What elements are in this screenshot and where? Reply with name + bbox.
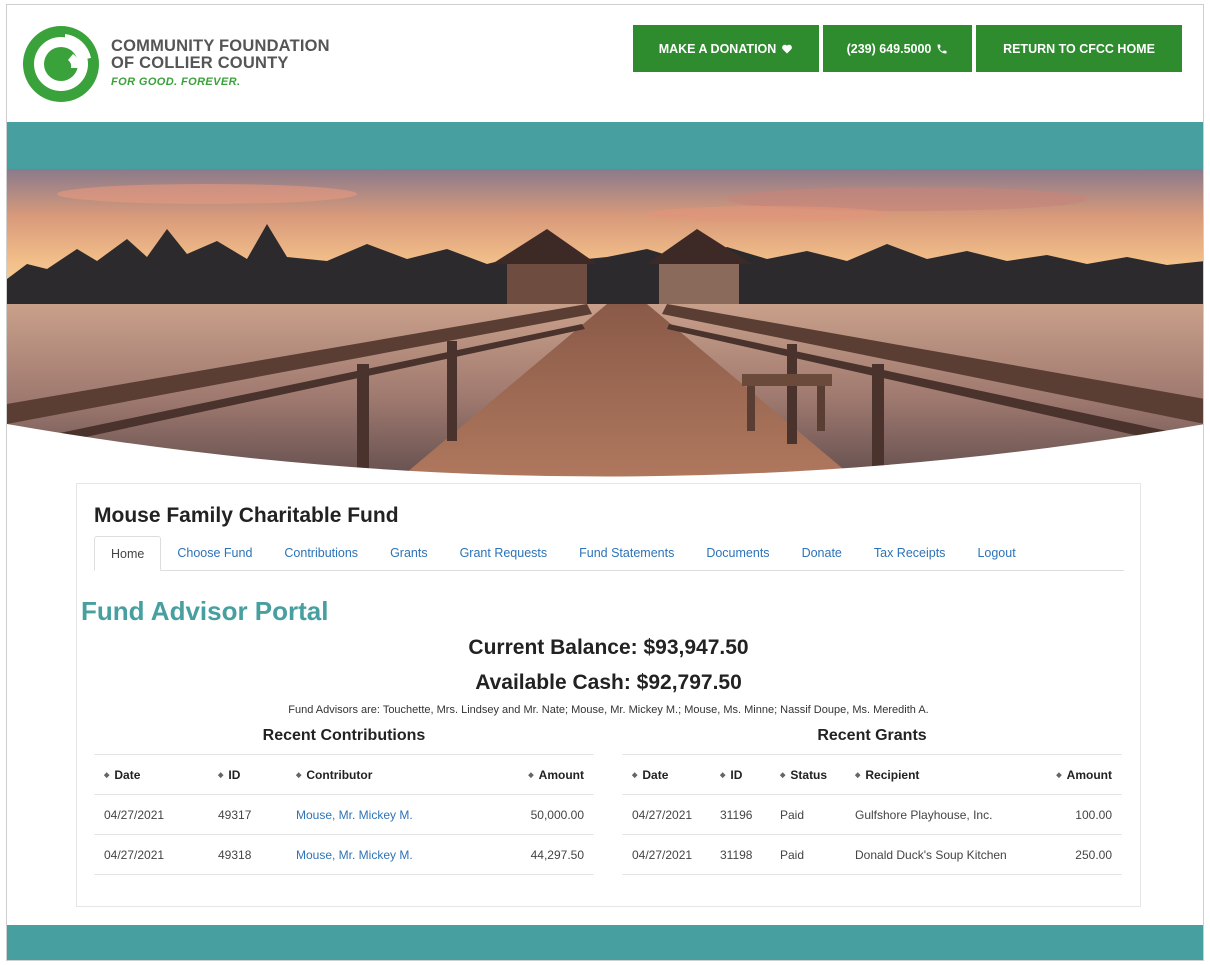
col-id[interactable]: ◆ ID [710,754,770,795]
sort-icon: ◆ [632,771,638,779]
phone-button[interactable]: (239) 649.5000 [823,25,972,72]
phone-icon [937,44,947,53]
cell-amount: 100.00 [1035,794,1122,835]
sort-icon: ◆ [296,771,302,779]
cell-date: 04/27/2021 [622,834,710,875]
sort-icon: ◆ [720,771,726,779]
phone-label: (239) 649.5000 [846,41,932,56]
cell-amount: 250.00 [1035,834,1122,875]
cell-date: 04/27/2021 [622,794,710,835]
grants-title: Recent Grants [817,727,927,744]
col-status[interactable]: ◆ Status [770,754,845,795]
col-date[interactable]: ◆ Date [94,754,208,795]
cell-date: 04/27/2021 [94,834,208,875]
fund-advisors: Fund Advisors are: Touchette, Mrs. Linds… [288,704,929,716]
cell-status: Paid [770,794,845,835]
cell-status: Paid [770,834,845,875]
sort-icon: ◆ [1056,771,1062,779]
org-name-line1: COMMUNITY FOUNDATION [111,37,330,55]
col-recipient[interactable]: ◆ Recipient [845,754,1035,795]
contributions-table: ◆ Date ◆ ID ◆ Contributor ◆ Amount 04/27/202… [94,754,594,875]
tab-contributions[interactable]: Contributions [268,536,374,570]
grants-header-row: ◆ Date ◆ ID ◆ Status ◆ Recipient ◆ Amount [622,754,1122,795]
sort-icon: ◆ [780,771,786,779]
tab-tax-receipts[interactable]: Tax Receipts [858,536,962,570]
org-tagline: FOR GOOD. FOREVER. [111,76,241,88]
table-row: 04/27/2021 31196 Paid Gulfshore Playhous… [622,794,1122,835]
cell-recipient: Donald Duck's Soup Kitchen [845,834,1035,875]
table-row: 04/27/2021 31198 Paid Donald Duck's Soup… [622,834,1122,875]
heart-icon [782,44,793,53]
tab-donate[interactable]: Donate [786,536,858,570]
cell-amount: 44,297.50 [504,834,594,875]
contributions-title: Recent Contributions [262,727,426,744]
header-teal-bar [7,122,1203,169]
table-row: 04/27/2021 49317 Mouse, Mr. Mickey M. 50… [94,794,594,835]
fund-nav-tabs: Home Choose Fund Contributions Grants Gr… [94,536,1124,571]
org-name-line2: OF COLLIER COUNTY [111,54,289,72]
org-name: COMMUNITY FOUNDATION OF COLLIER COUNTY [111,38,330,72]
cfcc-logo[interactable] [21,24,101,104]
contributor-link[interactable]: Mouse, Mr. Mickey M. [296,848,413,862]
cell-id: 31198 [710,834,770,875]
fund-title: Mouse Family Charitable Fund [94,504,399,527]
page-frame: COMMUNITY FOUNDATION OF COLLIER COUNTY F… [6,4,1204,961]
tab-choose-fund[interactable]: Choose Fund [161,536,268,570]
return-home-button[interactable]: RETURN TO CFCC HOME [976,25,1182,72]
col-amount[interactable]: ◆ Amount [504,754,594,795]
cell-recipient: Gulfshore Playhouse, Inc. [845,794,1035,835]
tab-fund-statements[interactable]: Fund Statements [563,536,690,570]
cell-contributor: Mouse, Mr. Mickey M. [286,834,504,875]
cell-contributor: Mouse, Mr. Mickey M. [286,794,504,835]
sort-icon: ◆ [218,771,224,779]
make-donation-button[interactable]: MAKE A DONATION [633,25,819,72]
col-date[interactable]: ◆ Date [622,754,710,795]
current-balance: Current Balance: $93,947.50 [468,636,749,659]
contributions-header-row: ◆ Date ◆ ID ◆ Contributor ◆ Amount [94,754,594,795]
site-header: COMMUNITY FOUNDATION OF COLLIER COUNTY F… [7,5,1203,122]
available-cash: Available Cash: $92,797.50 [475,671,742,694]
cell-id: 49317 [208,794,286,835]
cell-id: 49318 [208,834,286,875]
portal-title: Fund Advisor Portal [81,596,329,626]
contributor-link[interactable]: Mouse, Mr. Mickey M. [296,808,413,822]
tab-grants[interactable]: Grants [374,536,444,570]
sort-icon: ◆ [104,771,110,779]
make-donation-label: MAKE A DONATION [658,41,777,56]
cell-id: 31196 [710,794,770,835]
return-home-label: RETURN TO CFCC HOME [1003,41,1155,56]
col-amount[interactable]: ◆ Amount [1035,754,1122,795]
grants-table: ◆ Date ◆ ID ◆ Status ◆ Recipient ◆ Amount 04/… [622,754,1122,875]
cell-date: 04/27/2021 [94,794,208,835]
footer-teal-bar [7,925,1203,960]
tab-grant-requests[interactable]: Grant Requests [444,536,564,570]
col-contributor[interactable]: ◆ Contributor [286,754,504,795]
table-row: 04/27/2021 49318 Mouse, Mr. Mickey M. 44… [94,834,594,875]
col-id[interactable]: ◆ ID [208,754,286,795]
sort-icon: ◆ [855,771,861,779]
cell-amount: 50,000.00 [504,794,594,835]
sort-icon: ◆ [528,771,534,779]
fund-card: Mouse Family Charitable Fund Home Choose… [76,483,1141,907]
tab-logout[interactable]: Logout [961,536,1031,570]
tab-home[interactable]: Home [94,536,162,571]
hero-image [7,169,1203,489]
tab-documents[interactable]: Documents [690,536,785,570]
